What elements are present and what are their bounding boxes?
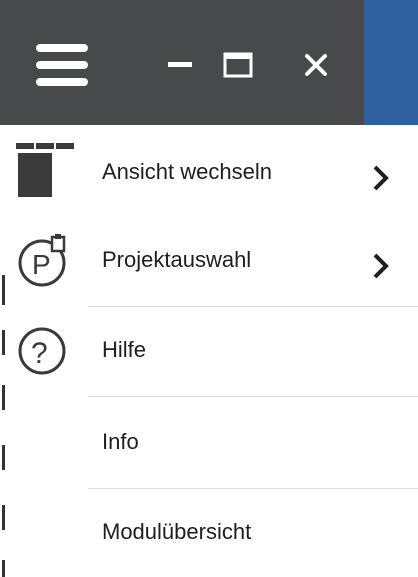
svg-text:?: ? <box>31 337 48 370</box>
menu-item-label: Projektauswahl <box>102 247 252 272</box>
menu-item-ansicht-wechseln[interactable]: Ansicht wechseln <box>10 129 418 217</box>
svg-text:P: P <box>32 249 51 280</box>
chevron-right-icon <box>373 165 389 191</box>
chevron-right-icon <box>373 253 389 279</box>
menu-separator <box>88 306 418 307</box>
title-bar-accent <box>364 0 418 125</box>
title-bar <box>0 0 364 125</box>
menu-item-label: Modulübersicht <box>102 519 252 544</box>
edge-mark <box>2 560 5 577</box>
close-button[interactable] <box>296 35 336 95</box>
menu-item-hilfe[interactable]: ? Hilfe <box>10 309 418 397</box>
edge-mark <box>2 445 5 470</box>
menu-item-projektauswahl[interactable]: P Projektauswahl <box>10 213 418 301</box>
help-icon: ? <box>10 317 80 387</box>
layout-switch-icon <box>10 135 80 205</box>
edge-mark <box>2 505 5 530</box>
menu-item-label: Hilfe <box>102 337 147 362</box>
menu-item-info[interactable]: Info <box>10 399 418 487</box>
menu-item-label: Info <box>102 429 139 454</box>
menu-item-label: Ansicht wechseln <box>102 159 272 184</box>
edge-mark <box>2 385 5 410</box>
application-window: Ansicht wechseln P Projektauswahl ? Hilf… <box>0 0 418 577</box>
hamburger-menu-button[interactable] <box>34 35 90 95</box>
close-icon <box>305 54 327 76</box>
menu-separator <box>88 488 418 489</box>
main-menu-dropdown: Ansicht wechseln P Projektauswahl ? Hilf… <box>10 125 418 577</box>
minimize-icon <box>168 62 192 67</box>
maximize-icon <box>223 52 253 78</box>
hamburger-menu-icon <box>36 44 88 86</box>
menu-separator <box>88 396 418 397</box>
edge-mark <box>2 275 5 305</box>
minimize-button[interactable] <box>160 35 200 95</box>
maximize-button[interactable] <box>218 35 258 95</box>
project-select-icon: P <box>10 225 80 295</box>
edge-mark <box>2 330 5 355</box>
background-window-edge <box>0 125 10 577</box>
menu-item-moduluebersicht[interactable]: Modulübersicht <box>10 491 418 577</box>
